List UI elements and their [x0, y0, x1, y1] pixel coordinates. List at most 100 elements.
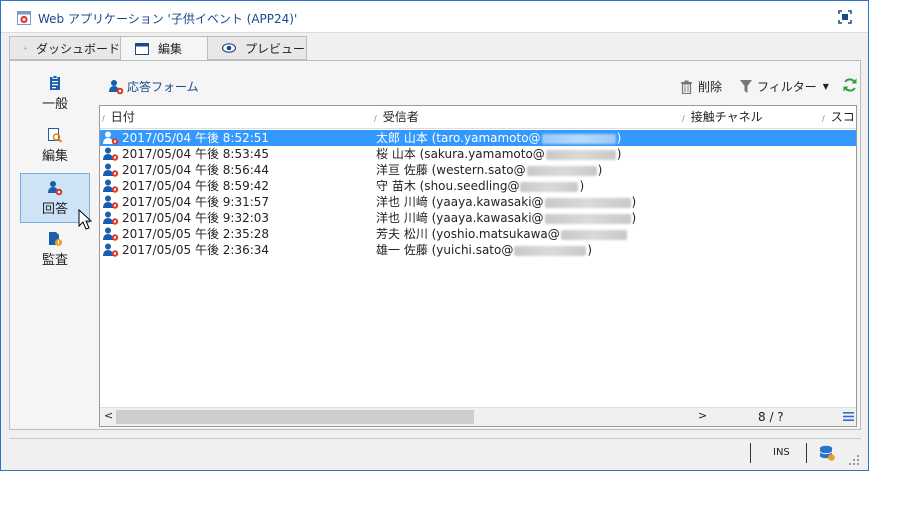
cell-recipient-suffix: ) [616, 131, 622, 145]
maximize-icon[interactable] [838, 10, 852, 24]
database-icon[interactable] [819, 445, 835, 461]
audit-icon [49, 232, 62, 246]
document-search-icon [48, 128, 63, 143]
filter-icon [740, 80, 752, 93]
cell-recipient-text: 洋也 川﨑 (yaaya.kawasaki@ [376, 211, 544, 225]
user-response-icon [103, 163, 119, 177]
nav-audit[interactable]: 監査 [20, 225, 90, 275]
scroll-left-icon[interactable]: < [104, 409, 113, 422]
cell-recipient-suffix: ) [597, 163, 603, 177]
col-header-score-label: スコ [830, 110, 855, 124]
cell-recipient-suffix: ) [579, 179, 585, 193]
status-bar: INS [9, 438, 861, 467]
responses-grid: ∕ 日付 ∕ 受信者 ∕ 接触チャネル ∕ スコ 2017/05/04 午後 8:52:… [99, 105, 857, 427]
tab-preview[interactable]: プレビュー [207, 36, 307, 60]
resize-grip-icon[interactable] [849, 455, 859, 465]
web-app-icon [17, 11, 31, 25]
col-header-date-label: 日付 [110, 110, 135, 124]
redacted-mask [560, 229, 627, 240]
scroll-thumb[interactable] [116, 410, 474, 424]
col-header-date[interactable]: ∕ 日付 [102, 106, 135, 128]
redacted-mask [544, 213, 631, 224]
status-divider [750, 443, 751, 463]
table-row[interactable]: 2017/05/05 午後 2:36:34 雄一 佐藤 (yuichi.sato@… [100, 242, 856, 258]
status-divider [806, 443, 807, 463]
responses-toolbar: 応答フォーム 削除 フィルター ▼ [98, 73, 858, 99]
cell-recipient: 洋也 川﨑 (yaaya.kawasaki@) [376, 194, 636, 210]
chevron-down-icon[interactable]: ▼ [823, 82, 829, 91]
cell-recipient-text: 雄一 佐藤 (yuichi.sato@ [376, 243, 514, 257]
horizontal-scrollbar[interactable]: < > 8 / ? [100, 407, 856, 426]
window-title: Web アプリケーション '子供イベント (APP24)' [38, 12, 298, 26]
edit-panel: 一般 編集 回答 監査 応答フォーム 削除 フィルター ▼ ∕ 日付 ∕ 受信者… [9, 60, 861, 430]
user-response-icon [103, 211, 119, 225]
cell-recipient-suffix: ) [631, 211, 637, 225]
cell-date: 2017/05/04 午後 9:31:57 [122, 195, 270, 209]
cell-recipient-suffix: ) [616, 147, 622, 161]
cell-recipient: 洋也 川﨑 (yaaya.kawasaki@) [376, 210, 636, 226]
mouse-cursor-icon [78, 209, 92, 230]
pager-count: 8 / ? [758, 410, 784, 424]
table-row[interactable]: 2017/05/04 午後 9:32:03 洋也 川﨑 (yaaya.kawasa… [100, 210, 856, 226]
sort-icon: ∕ [102, 114, 105, 123]
tab-edit-label: 編集 [158, 42, 183, 56]
filter-label: フィルター [757, 80, 817, 94]
table-row[interactable]: 2017/05/04 午後 8:52:51 太郎 山本 (taro.yamamot… [100, 130, 856, 146]
dashboard-icon [24, 46, 27, 50]
filter-button[interactable]: フィルター ▼ [740, 78, 829, 95]
user-response-icon [103, 147, 119, 161]
cell-date: 2017/05/04 午後 8:56:44 [122, 163, 270, 177]
delete-button[interactable]: 削除 [680, 78, 722, 95]
cell-recipient-text: 洋也 川﨑 (yaaya.kawasaki@ [376, 195, 544, 209]
redacted-mask [544, 197, 631, 208]
table-row[interactable]: 2017/05/04 午後 8:53:45 桜 山本 (sakura.yamamo… [100, 146, 856, 162]
trash-icon [681, 80, 692, 94]
app-window: Web アプリケーション '子供イベント (APP24)' ダッシュボード 編集 [0, 0, 869, 471]
sort-icon: ∕ [374, 114, 377, 123]
window-icon [135, 42, 149, 55]
insert-mode-indicator: INS [773, 447, 790, 458]
cell-recipient: 芳夫 松川 (yoshio.matsukawa@ [376, 226, 628, 242]
list-icon[interactable] [843, 411, 854, 422]
user-response-icon [109, 79, 124, 94]
refresh-icon[interactable] [842, 77, 858, 93]
cell-recipient: 洋亘 佐藤 (western.sato@) [376, 162, 602, 178]
cell-date: 2017/05/04 午後 8:52:51 [122, 131, 270, 145]
cell-recipient-text: 芳夫 松川 (yoshio.matsukawa@ [376, 227, 560, 241]
user-response-icon [103, 179, 119, 193]
cell-recipient: 守 苗木 (shou.seedling@) [376, 178, 584, 194]
table-row[interactable]: 2017/05/04 午後 8:59:42 守 苗木 (shou.seedling… [100, 178, 856, 194]
redacted-mask [526, 165, 597, 176]
redacted-mask [545, 149, 616, 160]
cell-recipient: 桜 山本 (sakura.yamamoto@) [376, 146, 621, 162]
col-header-score[interactable]: ∕ スコ [822, 106, 855, 128]
nav-edit[interactable]: 編集 [20, 121, 90, 171]
tab-edit[interactable]: 編集 [120, 36, 208, 61]
table-row[interactable]: 2017/05/05 午後 2:35:28 芳夫 松川 (yoshio.matsu… [100, 226, 856, 242]
redacted-mask [514, 245, 587, 256]
tab-dashboard-label: ダッシュボード [35, 41, 120, 56]
cell-date: 2017/05/04 午後 8:59:42 [122, 179, 270, 193]
user-response-icon [103, 227, 119, 241]
response-form-label: 応答フォーム [127, 80, 199, 94]
table-row[interactable]: 2017/05/04 午後 9:31:57 洋也 川﨑 (yaaya.kawasa… [100, 194, 856, 210]
user-response-icon [103, 195, 119, 209]
col-header-channel[interactable]: ∕ 接触チャネル [682, 106, 763, 128]
col-header-recipient[interactable]: ∕ 受信者 [374, 106, 419, 128]
cell-date: 2017/05/05 午後 2:36:34 [122, 243, 270, 257]
response-form-link[interactable]: 応答フォーム [108, 78, 199, 95]
table-row[interactable]: 2017/05/04 午後 8:56:44 洋亘 佐藤 (western.sato… [100, 162, 856, 178]
cell-recipient-text: 桜 山本 (sakura.yamamoto@ [376, 147, 545, 161]
eye-icon [222, 43, 236, 53]
col-header-channel-label: 接触チャネル [690, 110, 763, 124]
sort-icon: ∕ [822, 114, 825, 123]
col-header-recipient-label: 受信者 [382, 110, 419, 124]
tab-dashboard[interactable]: ダッシュボード [9, 36, 121, 60]
redacted-mask [520, 181, 579, 192]
nav-general[interactable]: 一般 [20, 69, 90, 119]
title-bar: Web アプリケーション '子供イベント (APP24)' [1, 1, 868, 33]
cell-recipient: 雄一 佐藤 (yuichi.sato@) [376, 242, 592, 258]
user-response-icon [48, 181, 63, 196]
scroll-right-icon[interactable]: > [698, 409, 707, 422]
sort-icon: ∕ [682, 114, 685, 123]
